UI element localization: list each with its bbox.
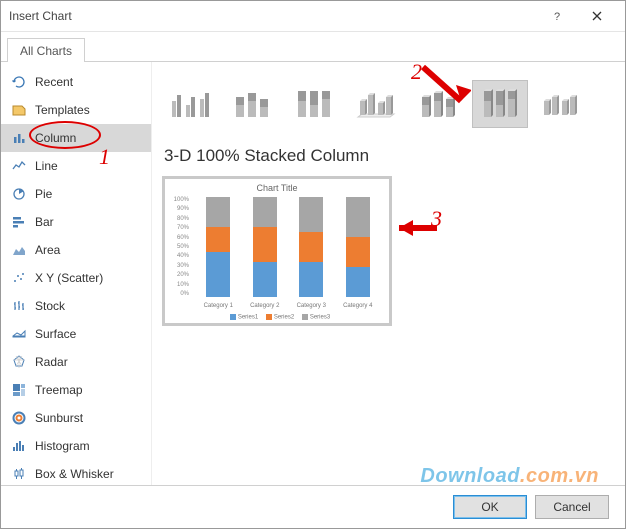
chart-y-labels: 100%90%80% 70%60%50% 40%30%20% 10%0%: [169, 197, 189, 297]
stock-icon: [11, 298, 27, 314]
sidebar-item-bar[interactable]: Bar: [1, 208, 151, 236]
sidebar-item-templates[interactable]: Templates: [1, 96, 151, 124]
sidebar-item-label: Pie: [35, 187, 52, 201]
three-d-clustered-column-icon: [354, 87, 398, 121]
subtype-3d-stacked-column[interactable]: [410, 80, 466, 128]
subtype-clustered-column[interactable]: [162, 80, 218, 128]
sidebar-item-recent[interactable]: Recent: [1, 68, 151, 96]
help-button[interactable]: ?: [537, 2, 577, 30]
subtype-3d-clustered-column[interactable]: [348, 80, 404, 128]
dialog-footer: OK Cancel: [1, 485, 625, 528]
sidebar-item-pie[interactable]: Pie: [1, 180, 151, 208]
cancel-button[interactable]: Cancel: [535, 495, 609, 519]
chart-x-labels: Category 1Category 2 Category 3Category …: [195, 303, 381, 309]
chart-preview[interactable]: Chart Title 100%90%80% 70%60%50% 40%30%2…: [162, 176, 392, 326]
sidebar-item-label: Sunburst: [35, 411, 83, 425]
three-d-hundred-stacked-column-icon: [478, 87, 522, 121]
subtype-stacked-column[interactable]: [224, 80, 280, 128]
stacked-column-icon: [230, 87, 274, 121]
tabs: All Charts: [1, 32, 625, 62]
sidebar-item-label: Column: [35, 131, 76, 145]
treemap-icon: [11, 382, 27, 398]
scatter-icon: [11, 270, 27, 286]
templates-icon: [11, 102, 27, 118]
sidebar-item-line[interactable]: Line: [1, 152, 151, 180]
sidebar-item-label: Treemap: [35, 383, 83, 397]
sidebar-item-label: Radar: [35, 355, 68, 369]
sidebar-item-label: Area: [35, 243, 60, 257]
subtype-3d-100-stacked-column[interactable]: [472, 80, 528, 128]
window-title: Insert Chart: [9, 9, 537, 23]
sidebar-item-label: X Y (Scatter): [35, 271, 103, 285]
chart-legend: Series1 Series2 Series3: [165, 314, 389, 321]
hundred-stacked-column-icon: [292, 87, 336, 121]
chart-category-sidebar: Recent Templates Column Line Pie Bar: [1, 62, 152, 485]
column-icon: [11, 130, 27, 146]
boxwhisker-icon: [11, 466, 27, 482]
sidebar-item-area[interactable]: Area: [1, 236, 151, 264]
sidebar-item-label: Recent: [35, 75, 73, 89]
three-d-column-icon: [540, 87, 584, 121]
chart-plot-area: [195, 197, 381, 297]
sidebar-item-histogram[interactable]: Histogram: [1, 432, 151, 460]
three-d-stacked-column-icon: [416, 87, 460, 121]
sidebar-item-label: Bar: [35, 215, 54, 229]
svg-text:?: ?: [554, 11, 560, 22]
sidebar-item-scatter[interactable]: X Y (Scatter): [1, 264, 151, 292]
chart-subtype-title: 3-D 100% Stacked Column: [164, 146, 613, 166]
sidebar-item-treemap[interactable]: Treemap: [1, 376, 151, 404]
sunburst-icon: [11, 410, 27, 426]
radar-icon: [11, 354, 27, 370]
subtype-100-stacked-column[interactable]: [286, 80, 342, 128]
sidebar-item-radar[interactable]: Radar: [1, 348, 151, 376]
area-icon: [11, 242, 27, 258]
titlebar: Insert Chart ?: [1, 1, 625, 32]
sidebar-item-column[interactable]: Column: [1, 124, 151, 152]
histogram-icon: [11, 438, 27, 454]
sidebar-item-label: Line: [35, 159, 58, 173]
recent-icon: [11, 74, 27, 90]
clustered-column-icon: [168, 87, 212, 121]
pie-icon: [11, 186, 27, 202]
sidebar-item-stock[interactable]: Stock: [1, 292, 151, 320]
subtype-3d-column[interactable]: [534, 80, 590, 128]
sidebar-item-sunburst[interactable]: Sunburst: [1, 404, 151, 432]
ok-button[interactable]: OK: [453, 495, 527, 519]
sidebar-item-surface[interactable]: Surface: [1, 320, 151, 348]
close-button[interactable]: [577, 2, 617, 30]
chart-preview-title: Chart Title: [165, 183, 389, 193]
tab-all-charts[interactable]: All Charts: [7, 38, 85, 62]
surface-icon: [11, 326, 27, 342]
sidebar-item-label: Box & Whisker: [35, 467, 114, 481]
line-icon: [11, 158, 27, 174]
sidebar-item-label: Surface: [35, 327, 76, 341]
sidebar-item-label: Stock: [35, 299, 65, 313]
help-icon: ?: [551, 10, 563, 22]
sidebar-item-label: Histogram: [35, 439, 90, 453]
sidebar-item-label: Templates: [35, 103, 90, 117]
sidebar-item-boxwhisker[interactable]: Box & Whisker: [1, 460, 151, 485]
bar-icon: [11, 214, 27, 230]
chart-subtype-row: [162, 70, 615, 138]
close-icon: [592, 11, 602, 21]
